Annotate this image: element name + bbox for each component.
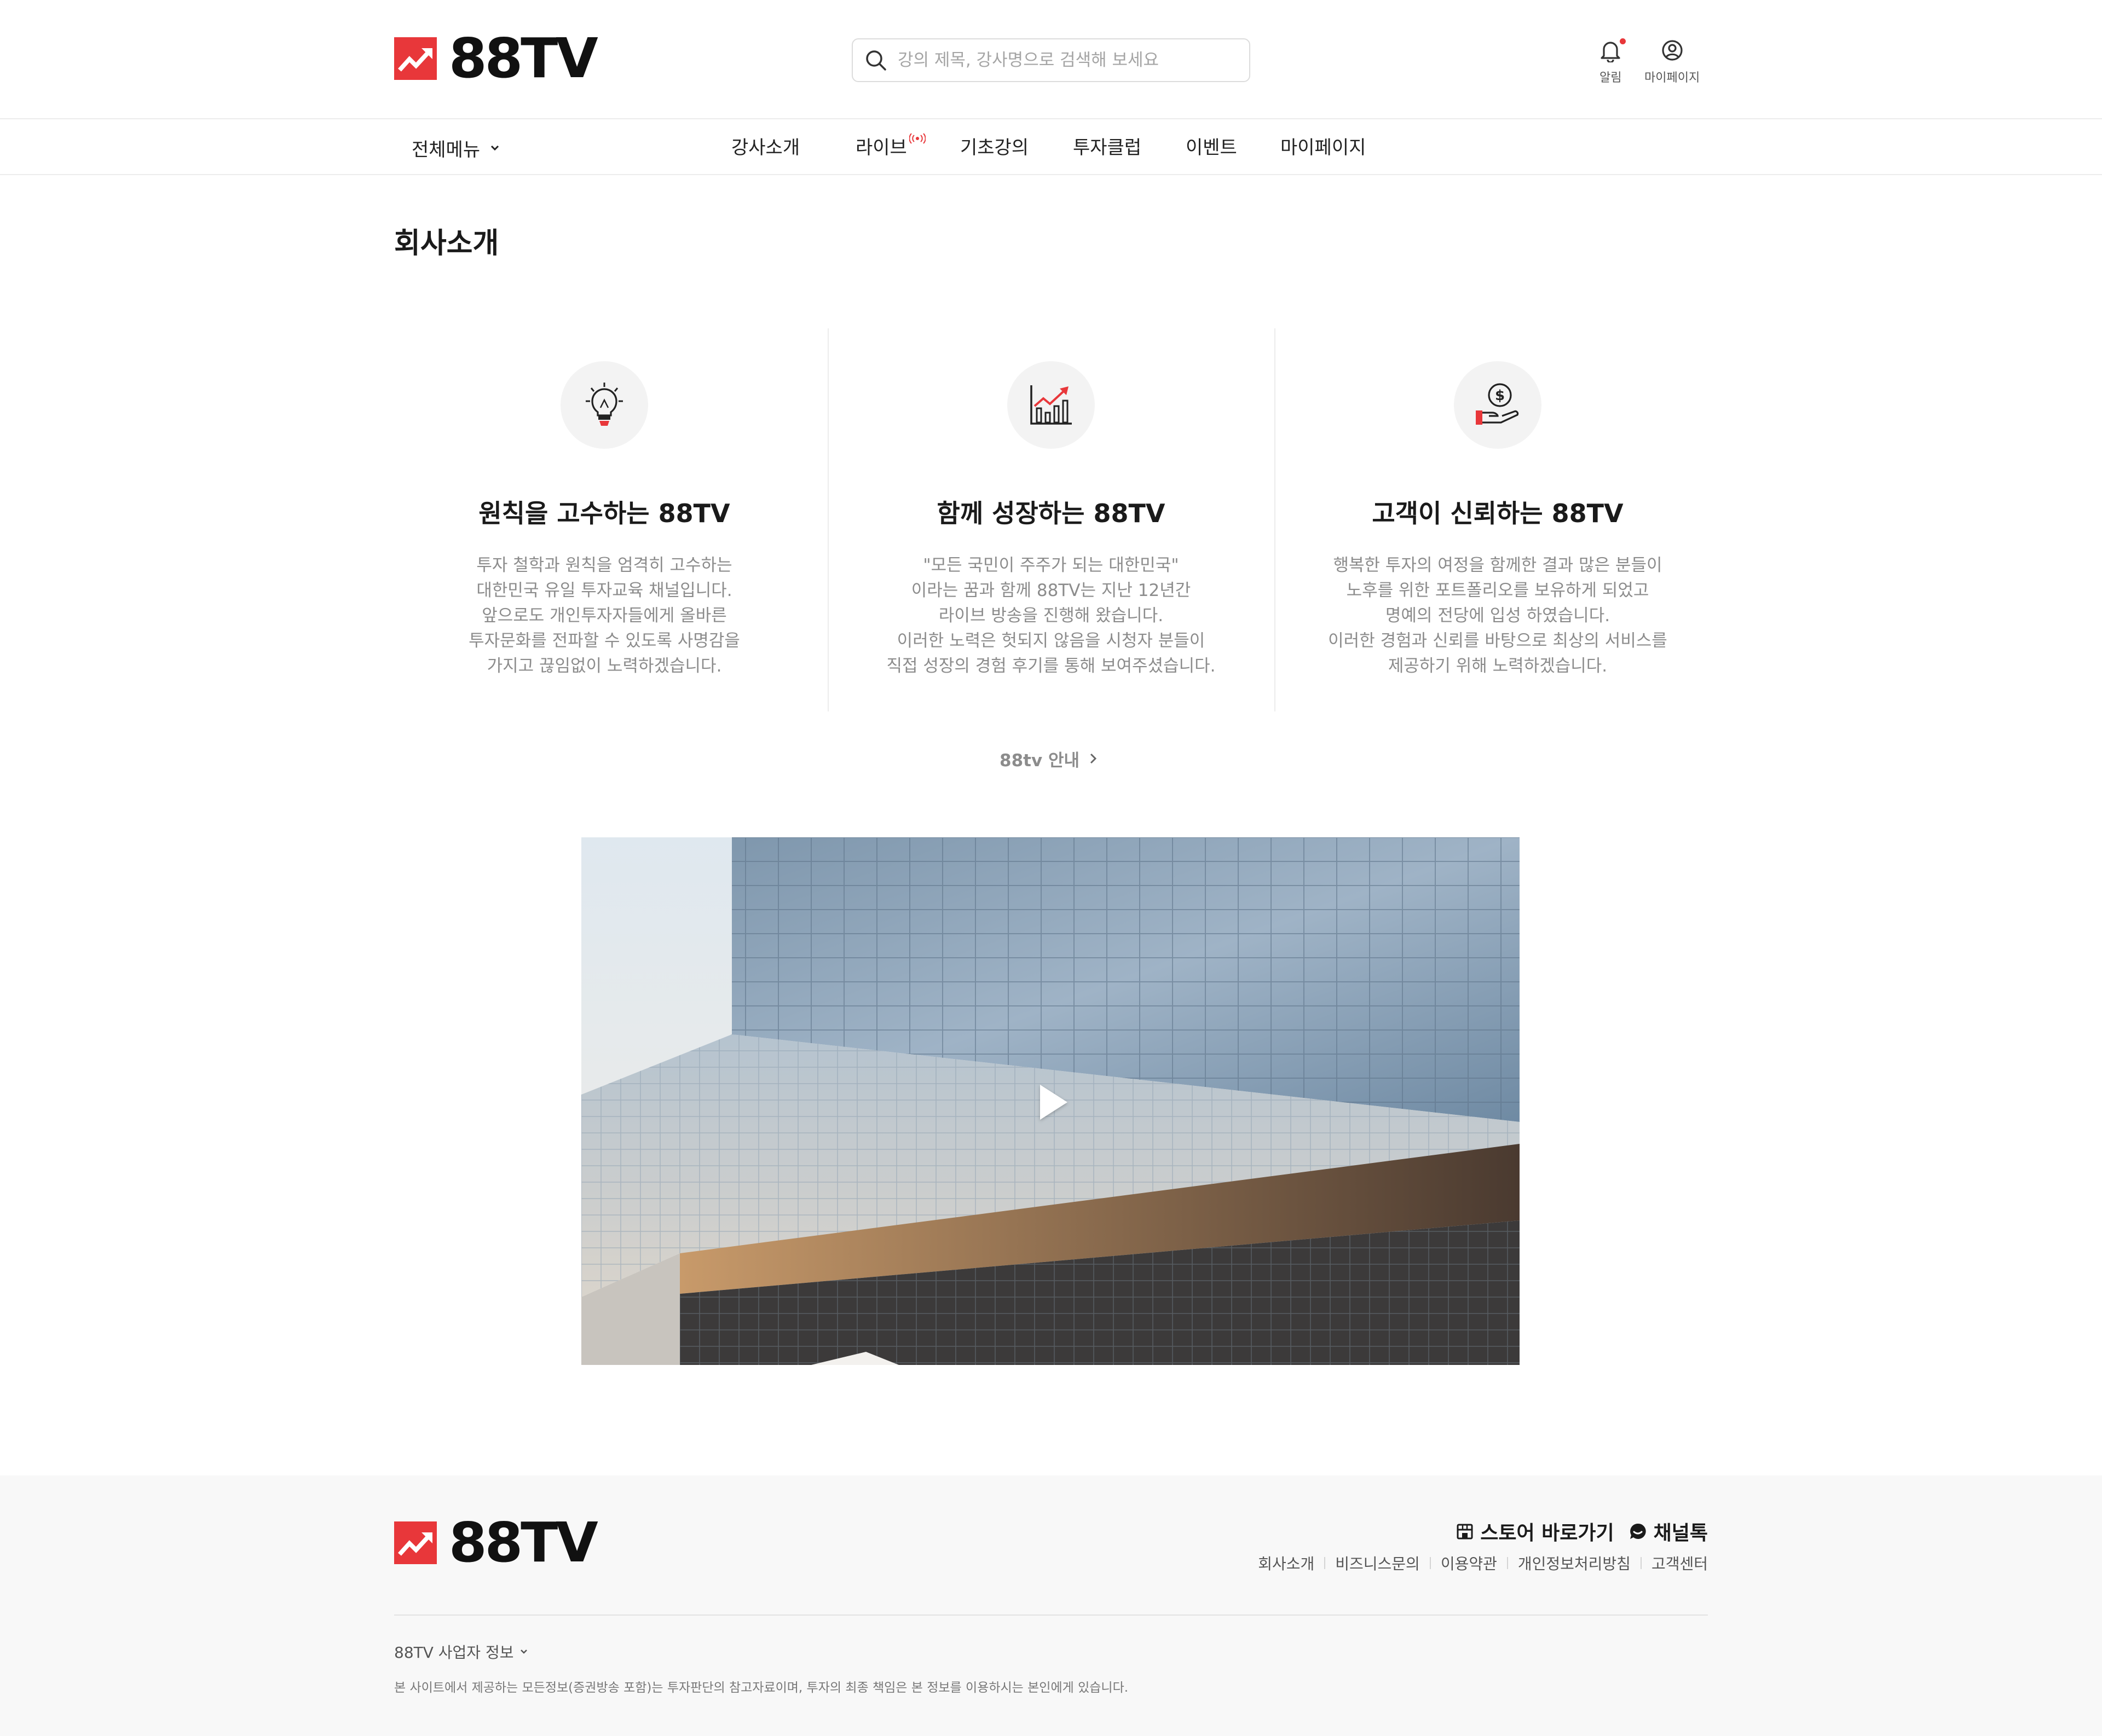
nav-item-basic-courses[interactable]: 기초강의	[960, 120, 1029, 175]
guide-link-label: 88tv 안내	[1000, 750, 1079, 771]
footer-links: 회사소개 비즈니스문의 이용약관 개인정보처리방침 고객센터	[1258, 1552, 1708, 1574]
search-icon	[866, 50, 886, 71]
feature-line: 대한민국 유일 투자교육 채널입니다.	[476, 581, 732, 600]
bell-icon	[1601, 42, 1620, 63]
footer-link-support[interactable]: 고객센터	[1651, 1552, 1708, 1574]
chevron-down-icon	[491, 145, 499, 151]
chevron-down-icon	[520, 1650, 527, 1654]
footer-quick-links: 스토어 바로가기 채널톡	[1456, 1517, 1708, 1546]
disclaimer-text: 본 사이트에서 제공하는 모든정보(증권방송 포함)는 투자판단의 참고자료이며…	[394, 1681, 1129, 1695]
footer-link-business[interactable]: 비즈니스문의	[1335, 1552, 1420, 1574]
feature-icon-circle: $	[1454, 361, 1541, 449]
alarm-button[interactable]: 알림	[1599, 38, 1626, 85]
feature-line: "모든 국민이 주주가 되는 대한민국"	[923, 555, 1179, 575]
footer-link-privacy[interactable]: 개인정보처리방침	[1518, 1552, 1631, 1574]
business-info-label: 88TV 사업자 정보	[394, 1644, 514, 1662]
nav-item-live-label: 라이브	[856, 137, 907, 159]
business-info-toggle[interactable]: 88TV 사업자 정보	[394, 1641, 528, 1663]
alarm-label: 알림	[1599, 71, 1622, 85]
page-title: 회사소개	[394, 227, 499, 260]
feature-card-trust: $ 고객이 신뢰하는 88TV 행복한 투자의 여정을 함께한 결과 많은 분들…	[1274, 328, 1721, 711]
search-input[interactable]	[898, 50, 1226, 70]
feature-line: 라이브 방송을 진행해 왔습니다.	[938, 606, 1164, 626]
svg-text:$: $	[1495, 387, 1505, 404]
main-nav: 전체메뉴 강사소개 라이브 기초강의 투자클럽 이벤트 마이페이지	[0, 120, 2102, 175]
feature-line: 노후를 위한 포트폴리오를 보유하게 되었고	[1346, 581, 1649, 600]
feature-card-growth: 함께 성장하는 88TV "모든 국민이 주주가 되는 대한민국" 이라는 꿈과…	[828, 328, 1274, 711]
feature-line: 이라는 꿈과 함께 88TV는 지난 12년간	[911, 581, 1191, 600]
notification-dot	[1620, 38, 1626, 44]
lightbulb-icon	[586, 383, 623, 426]
feature-section: 원칙을 고수하는 88TV 투자 철학과 원칙을 엄격히 고수하는 대한민국 유…	[381, 328, 1721, 711]
footer-link-company[interactable]: 회사소개	[1258, 1552, 1314, 1574]
link-separator	[1640, 1557, 1642, 1569]
footer-logo[interactable]: 88TV	[394, 1511, 598, 1575]
nav-item-live[interactable]: 라이브	[856, 120, 926, 175]
store-icon	[1457, 1524, 1473, 1540]
nav-item-events[interactable]: 이벤트	[1186, 120, 1237, 175]
link-separator	[1506, 1557, 1508, 1569]
feature-description: "모든 국민이 주주가 되는 대한민국" 이라는 꿈과 함께 88TV는 지난 …	[850, 553, 1252, 679]
logo-text: 88TV	[449, 26, 598, 90]
play-icon[interactable]	[1040, 1085, 1067, 1120]
growth-chart-icon	[1030, 385, 1072, 425]
footer-divider	[394, 1615, 1708, 1616]
search-bar[interactable]	[852, 38, 1250, 82]
feature-description: 행복한 투자의 여정을 함께한 결과 많은 분들이 노후를 위한 포트폴리오를 …	[1296, 553, 1699, 679]
mypage-button[interactable]: 마이페이지	[1644, 38, 1700, 85]
channel-talk-label: 채널톡	[1653, 1522, 1708, 1544]
logo-mark-icon	[394, 1521, 437, 1564]
site-header: 88TV 알림 마이페이지	[0, 0, 2102, 119]
feature-line: 투자 철학과 원칙을 엄격히 고수하는	[476, 555, 732, 575]
feature-line: 가지고 끊임없이 노력하겠습니다.	[487, 656, 722, 676]
feature-card-principle: 원칙을 고수하는 88TV 투자 철학과 원칙을 엄격히 고수하는 대한민국 유…	[381, 328, 828, 711]
link-separator	[1324, 1557, 1326, 1569]
mypage-label: 마이페이지	[1644, 71, 1700, 85]
feature-line: 이러한 노력은 헛되지 않음을 시청자 분들이	[897, 631, 1205, 651]
feature-icon-circle	[1007, 361, 1095, 449]
feature-line: 직접 성장의 경험 후기를 통해 보여주셨습니다.	[886, 656, 1216, 676]
footer-logo-text: 88TV	[449, 1511, 598, 1575]
feature-title: 고객이 신뢰하는 88TV	[1372, 499, 1624, 528]
all-menu-button[interactable]: 전체메뉴	[412, 120, 500, 175]
all-menu-label: 전체메뉴	[412, 138, 481, 161]
logo-mark-icon	[394, 37, 437, 80]
feature-title: 원칙을 고수하는 88TV	[478, 499, 730, 528]
feature-title: 함께 성장하는 88TV	[937, 499, 1165, 528]
feature-icon-circle	[561, 361, 648, 449]
feature-line: 명예의 전당에 입성 하였습니다.	[1385, 606, 1610, 626]
channel-talk-link[interactable]: 채널톡	[1629, 1517, 1708, 1546]
chat-icon	[1630, 1523, 1646, 1539]
feature-description: 투자 철학과 원칙을 엄격히 고수하는 대한민국 유일 투자교육 채널입니다. …	[403, 553, 806, 679]
footer-link-terms[interactable]: 이용약관	[1441, 1552, 1497, 1574]
nav-item-mypage[interactable]: 마이페이지	[1280, 120, 1366, 175]
feature-line: 제공하기 위해 노력하겠습니다.	[1388, 656, 1608, 676]
site-footer: 88TV 스토어 바로가기 채널톡 회사소개 비즈니스문의 이용약관 개인정보처…	[0, 1475, 2102, 1736]
nav-item-invest-club[interactable]: 투자클럽	[1073, 120, 1141, 175]
guide-link[interactable]: 88tv 안내	[1000, 747, 1099, 771]
store-link[interactable]: 스토어 바로가기	[1456, 1517, 1614, 1546]
company-video-player[interactable]	[581, 837, 1520, 1365]
chevron-right-icon	[1090, 753, 1097, 764]
nav-item-instructors[interactable]: 강사소개	[731, 120, 800, 175]
money-hand-icon: $	[1476, 383, 1519, 425]
feature-line: 이러한 경험과 신뢰를 바탕으로 최상의 서비스를	[1328, 631, 1667, 651]
feature-line: 행복한 투자의 여정을 함께한 결과 많은 분들이	[1333, 555, 1662, 575]
logo[interactable]: 88TV	[394, 26, 598, 90]
store-link-label: 스토어 바로가기	[1480, 1522, 1614, 1544]
link-separator	[1429, 1557, 1431, 1569]
feature-line: 투자문화를 전파할 수 있도록 사명감을	[469, 631, 740, 651]
user-circle-icon	[1661, 40, 1683, 61]
live-broadcast-icon	[909, 133, 926, 144]
feature-line: 앞으로도 개인투자자들에게 올바른	[482, 606, 727, 626]
